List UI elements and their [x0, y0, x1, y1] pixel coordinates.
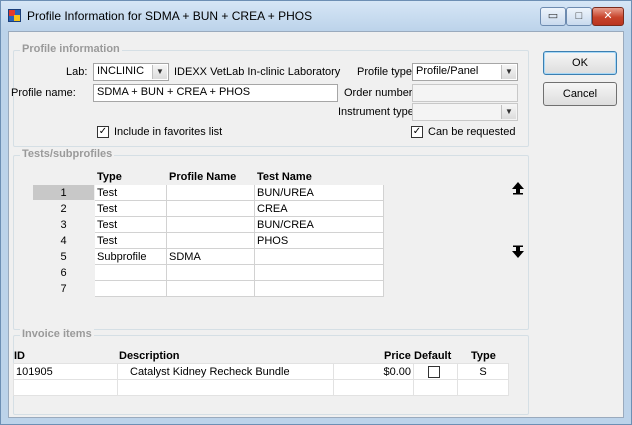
cell-type[interactable] [94, 264, 167, 281]
profile-type-select[interactable]: Profile/Panel ▼ [412, 63, 518, 81]
cell-test-name[interactable] [254, 248, 384, 265]
cell-default[interactable] [413, 363, 458, 380]
cell-test-name[interactable]: BUN/UREA [254, 184, 384, 201]
new-row-price[interactable] [333, 379, 414, 396]
row-number[interactable]: 5 [32, 248, 95, 265]
row-number[interactable]: 3 [32, 216, 95, 233]
row-number[interactable]: 1 [32, 184, 95, 201]
instrument-type-label: Instrument type: [338, 106, 417, 118]
new-row-description[interactable] [117, 379, 334, 396]
table-row[interactable]: 2 Test CREA [32, 200, 384, 217]
instrument-type-select[interactable]: ▼ [412, 103, 518, 121]
window-title: Profile Information for SDMA + BUN + CRE… [27, 9, 313, 23]
cell-profile-name[interactable]: SDMA [166, 248, 255, 265]
cell-test-name[interactable]: PHOS [254, 232, 384, 249]
cell-test-name[interactable]: CREA [254, 200, 384, 217]
chevron-down-icon[interactable]: ▼ [501, 65, 516, 79]
can-be-requested-label: Can be requested [428, 126, 516, 138]
minimize-button[interactable]: ▭ [540, 7, 566, 26]
invoice-grid[interactable]: 101905 Catalyst Kidney Recheck Bundle $0… [13, 363, 509, 396]
tests-grid[interactable]: Type Profile Name Test Name 1 Test BUN/U… [32, 168, 384, 297]
new-row-type[interactable] [457, 379, 509, 396]
cell-type[interactable]: Subprofile [94, 248, 167, 265]
profile-name-label: Profile name: [11, 87, 76, 99]
tests-grid-header: Type Profile Name Test Name [32, 168, 384, 185]
cell-test-name[interactable] [254, 264, 384, 281]
cell-type[interactable]: Test [94, 200, 167, 217]
cell-profile-name[interactable] [166, 200, 255, 217]
lab-select[interactable]: INCLINIC ▼ [93, 63, 169, 81]
table-row[interactable]: 101905 Catalyst Kidney Recheck Bundle $0… [13, 363, 509, 380]
cell-type[interactable]: S [457, 363, 509, 380]
profile-information-caption: Profile information [20, 43, 122, 55]
cancel-button[interactable]: Cancel [543, 82, 617, 106]
row-number[interactable]: 4 [32, 232, 95, 249]
profile-name-input[interactable]: SDMA + BUN + CREA + PHOS [93, 84, 338, 102]
cell-description[interactable]: Catalyst Kidney Recheck Bundle [117, 363, 334, 380]
dialog-client-area: Profile information Lab: INCLINIC ▼ IDEX… [8, 31, 624, 418]
column-header-profile-name[interactable]: Profile Name [166, 168, 255, 185]
arrow-up-icon[interactable] [510, 181, 526, 197]
cell-price[interactable]: $0.00 [333, 363, 414, 380]
corner-cell [32, 168, 95, 185]
invoice-column-id[interactable]: ID [14, 350, 25, 362]
table-row[interactable]: 5 Subprofile SDMA [32, 248, 384, 265]
new-row-id-input[interactable] [13, 379, 118, 396]
title-bar[interactable]: Profile Information for SDMA + BUN + CRE… [1, 1, 631, 31]
invoice-column-default[interactable]: Default [414, 350, 451, 362]
column-header-test-name[interactable]: Test Name [254, 168, 384, 185]
row-number[interactable]: 7 [32, 280, 95, 297]
chevron-down-icon[interactable]: ▼ [152, 65, 167, 79]
cell-id[interactable]: 101905 [13, 363, 118, 380]
app-icon [8, 9, 21, 22]
include-favorites-checkbox[interactable]: ✓ [97, 126, 109, 138]
order-number-input[interactable] [412, 84, 518, 102]
arrow-up-icon-graphic [512, 182, 524, 195]
table-row[interactable] [13, 379, 509, 396]
invoice-column-description[interactable]: Description [119, 350, 180, 362]
row-number[interactable]: 6 [32, 264, 95, 281]
can-be-requested-checkbox[interactable]: ✓ [411, 126, 423, 138]
column-header-type[interactable]: Type [94, 168, 167, 185]
cell-profile-name[interactable] [166, 232, 255, 249]
close-button[interactable]: ✕ [592, 7, 624, 26]
cell-type[interactable]: Test [94, 216, 167, 233]
profile-window: Profile Information for SDMA + BUN + CRE… [0, 0, 632, 425]
table-row[interactable]: 6 [32, 264, 384, 281]
cell-test-name[interactable]: BUN/CREA [254, 216, 384, 233]
arrow-down-icon-graphic [512, 245, 524, 258]
tests-subprofiles-caption: Tests/subprofiles [20, 148, 115, 160]
table-row[interactable]: 7 [32, 280, 384, 297]
lab-description: IDEXX VetLab In-clinic Laboratory [174, 66, 341, 78]
new-row-default[interactable] [413, 379, 458, 396]
maximize-button[interactable]: □ [566, 7, 592, 26]
table-row[interactable]: 1 Test BUN/UREA [32, 184, 384, 201]
chevron-down-icon[interactable]: ▼ [501, 105, 516, 119]
cell-test-name[interactable] [254, 280, 384, 297]
cell-profile-name[interactable] [166, 264, 255, 281]
invoice-items-caption: Invoice items [20, 328, 94, 340]
cell-profile-name[interactable] [166, 280, 255, 297]
invoice-column-type[interactable]: Type [471, 350, 496, 362]
include-favorites-label: Include in favorites list [114, 126, 223, 138]
profile-type-label: Profile type: [357, 66, 416, 78]
cell-profile-name[interactable] [166, 184, 255, 201]
cell-profile-name[interactable] [166, 216, 255, 233]
table-row[interactable]: 3 Test BUN/CREA [32, 216, 384, 233]
arrow-down-icon[interactable] [510, 245, 526, 261]
row-number[interactable]: 2 [32, 200, 95, 217]
default-checkbox[interactable] [428, 366, 440, 378]
ok-button[interactable]: OK [543, 51, 617, 75]
order-number-label: Order number: [344, 87, 416, 99]
invoice-column-price[interactable]: Price [384, 350, 411, 362]
cell-type[interactable] [94, 280, 167, 297]
table-row[interactable]: 4 Test PHOS [32, 232, 384, 249]
profile-type-value: Profile/Panel [416, 65, 479, 77]
lab-select-value: INCLINIC [97, 65, 145, 77]
lab-label: Lab: [66, 66, 88, 78]
cell-type[interactable]: Test [94, 232, 167, 249]
cell-type[interactable]: Test [94, 184, 167, 201]
